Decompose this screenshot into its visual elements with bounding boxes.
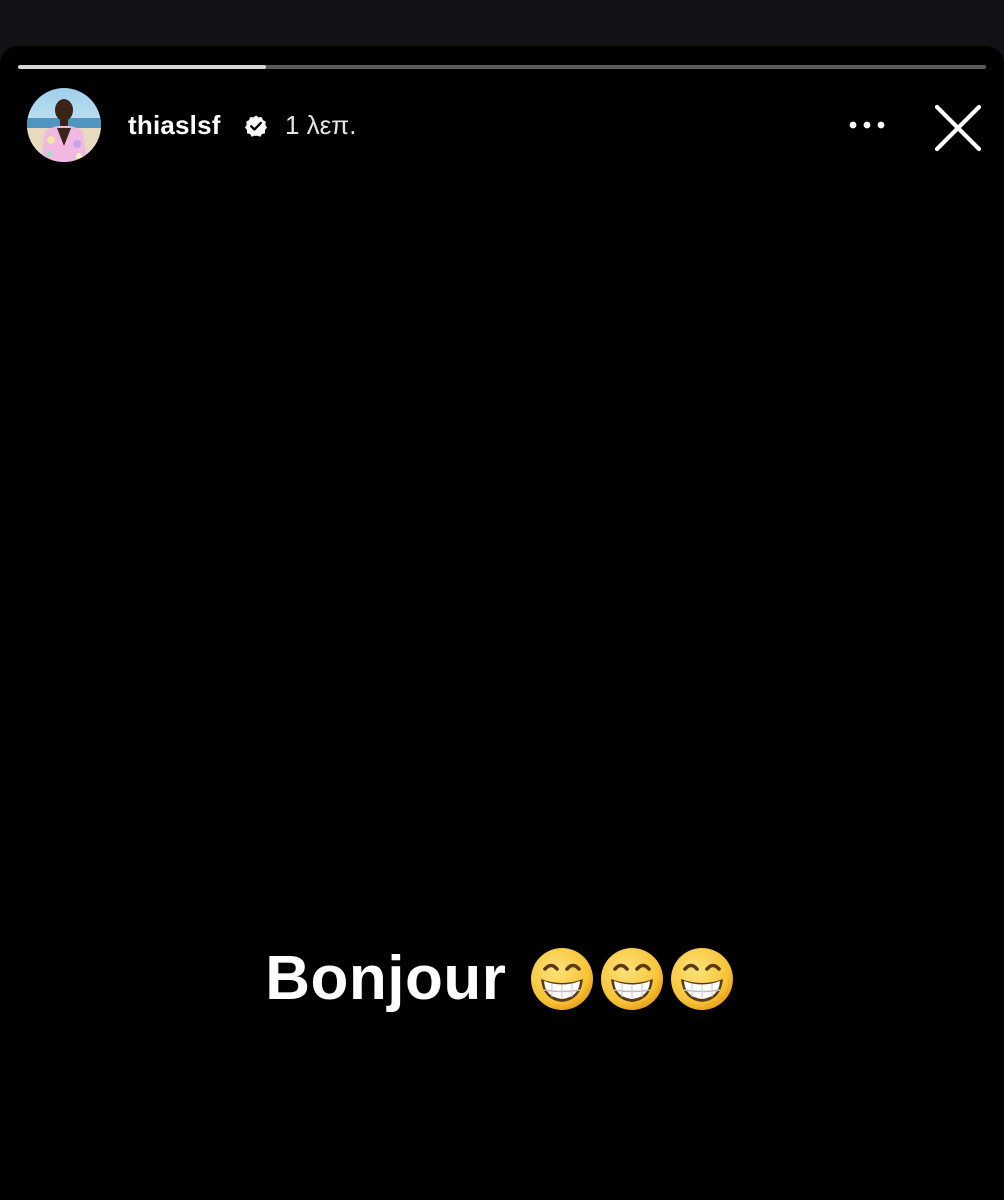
story-progress-fill <box>18 65 266 69</box>
grinning-face-emoji-icon <box>670 948 733 1010</box>
story-progress-bar <box>18 65 986 69</box>
story-viewer-screen: thiaslsf 1 λεπ. Bonjour <box>0 0 1004 1200</box>
close-icon[interactable] <box>930 100 986 156</box>
avatar[interactable] <box>27 88 101 162</box>
grinning-face-emoji-icon <box>530 948 593 1010</box>
story-timestamp: 1 λεπ. <box>285 110 357 140</box>
story-card[interactable]: thiaslsf 1 λεπ. Bonjour <box>0 46 1004 1200</box>
username[interactable]: thiaslsf <box>128 108 221 142</box>
grinning-face-emoji-icon <box>600 948 663 1010</box>
avatar-image <box>27 88 101 162</box>
caption-text: Bonjour <box>265 944 507 1013</box>
verified-badge-icon <box>245 115 267 137</box>
story-caption: Bonjour <box>0 941 1004 1021</box>
caption-emoji-row <box>529 946 739 1012</box>
more-options-icon[interactable] <box>844 108 890 142</box>
story-header: thiaslsf 1 λεπ. <box>0 86 1004 166</box>
